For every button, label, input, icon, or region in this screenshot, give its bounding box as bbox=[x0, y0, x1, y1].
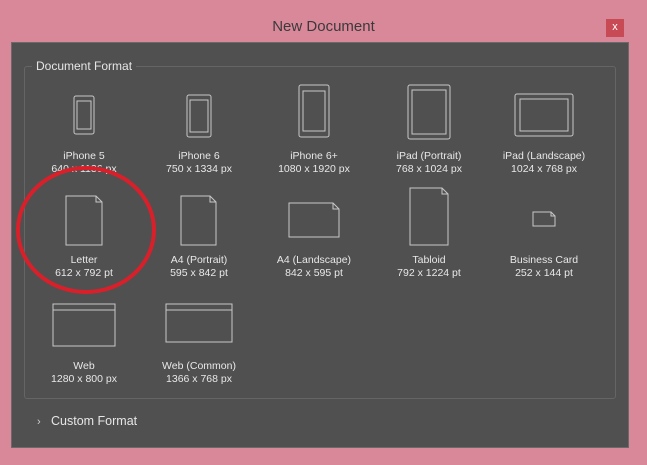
preset-size: 750 x 1334 px bbox=[166, 163, 232, 175]
preset-name: iPad (Portrait) bbox=[396, 150, 462, 162]
preset-name: Tabloid bbox=[412, 254, 446, 266]
chevron-right-icon: › bbox=[37, 416, 41, 428]
custom-format-label: Custom Format bbox=[51, 414, 138, 428]
preset-size: 612 x 792 pt bbox=[55, 267, 113, 279]
preset-name: Web bbox=[73, 360, 95, 372]
preset-tabloid[interactable]: Tabloid 792 x 1224 pt bbox=[374, 187, 484, 279]
preset-ipad-landscape[interactable]: iPad (Landscape) 1024 x 768 px bbox=[489, 91, 599, 175]
preset-name: iPhone 6+ bbox=[290, 150, 338, 162]
preset-name: iPad (Landscape) bbox=[502, 150, 586, 162]
browser-window-icon bbox=[52, 303, 116, 347]
preset-name: A4 (Portrait) bbox=[170, 254, 228, 266]
preset-size: 1024 x 768 px bbox=[511, 163, 577, 175]
preset-size: 1080 x 1920 px bbox=[278, 163, 350, 175]
preset-size: 1280 x 800 px bbox=[51, 373, 117, 385]
preset-iphone-5[interactable]: iPhone 5 640 x 1136 px bbox=[29, 91, 139, 175]
preset-name: Business Card bbox=[509, 254, 579, 266]
preset-iphone-6plus[interactable]: iPhone 6+ 1080 x 1920 px bbox=[259, 84, 369, 175]
preset-web[interactable]: Web 1280 x 800 px bbox=[29, 301, 139, 386]
preset-size: 252 x 144 pt bbox=[515, 267, 573, 279]
page-portrait-icon bbox=[409, 187, 449, 246]
close-button[interactable]: x bbox=[606, 19, 624, 37]
dialog-title: New Document bbox=[272, 18, 375, 35]
new-document-dialog: New Document x Document Format iPhone 5 … bbox=[0, 0, 647, 465]
preset-size: 1366 x 768 px bbox=[166, 373, 232, 385]
preset-name: iPhone 6 bbox=[178, 150, 220, 162]
preset-size: 842 x 595 pt bbox=[285, 267, 343, 279]
preset-size: 595 x 842 pt bbox=[170, 267, 228, 279]
phone-portrait-icon bbox=[186, 94, 212, 138]
browser-window-icon bbox=[165, 303, 233, 343]
tablet-portrait-icon bbox=[407, 84, 451, 140]
preset-size: 768 x 1024 px bbox=[396, 163, 462, 175]
card-icon bbox=[532, 211, 556, 227]
preset-name: iPhone 5 bbox=[63, 150, 105, 162]
preset-a4-landscape[interactable]: A4 (Landscape) 842 x 595 pt bbox=[259, 193, 369, 279]
preset-a4-portrait[interactable]: A4 (Portrait) 595 x 842 pt bbox=[144, 193, 254, 279]
custom-format-toggle[interactable]: › Custom Format bbox=[37, 414, 137, 428]
preset-letter[interactable]: Letter 612 x 792 pt bbox=[29, 193, 139, 279]
preset-ipad-portrait[interactable]: iPad (Portrait) 768 x 1024 px bbox=[374, 84, 484, 175]
page-portrait-icon bbox=[180, 195, 217, 246]
dialog-content: Document Format iPhone 5 640 x 1136 px i… bbox=[11, 42, 629, 448]
phone-portrait-icon bbox=[73, 95, 95, 135]
tablet-landscape-icon bbox=[514, 93, 574, 137]
preset-web-common[interactable]: Web (Common) 1366 x 768 px bbox=[144, 301, 254, 386]
preset-name: Web (Common) bbox=[162, 360, 236, 372]
phone-portrait-icon bbox=[298, 84, 330, 138]
document-format-label: Document Format bbox=[32, 59, 137, 73]
preset-iphone-6[interactable]: iPhone 6 750 x 1334 px bbox=[144, 91, 254, 175]
page-portrait-icon bbox=[65, 195, 103, 246]
preset-name: A4 (Landscape) bbox=[276, 254, 352, 266]
preset-size: 792 x 1224 pt bbox=[397, 267, 461, 279]
preset-size: 640 x 1136 px bbox=[51, 163, 117, 175]
title-bar: New Document x bbox=[0, 0, 647, 42]
preset-name: Letter bbox=[70, 254, 98, 266]
page-landscape-icon bbox=[288, 202, 340, 238]
preset-business-card[interactable]: Business Card 252 x 144 pt bbox=[489, 193, 599, 279]
